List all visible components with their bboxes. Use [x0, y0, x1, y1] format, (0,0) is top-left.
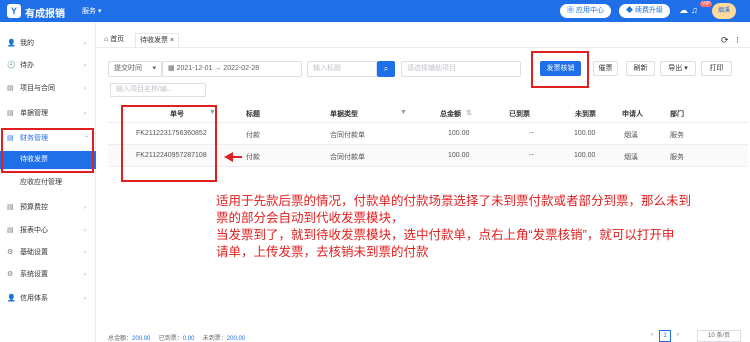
column-header-doc-type: 单据类型 — [330, 111, 358, 118]
sidebar-item-projects[interactable]: ▤ 项目与合同 › — [0, 80, 96, 98]
column-header-pending: 未到票 — [575, 111, 596, 118]
user-icon: 👤 — [7, 295, 16, 302]
time-type-select[interactable]: 提交时间 ▾ — [108, 61, 162, 77]
date-range-picker[interactable]: ▦ 2021-12-01 → 2022-02-28 — [162, 61, 302, 77]
title-search-input[interactable]: 输入标题 — [307, 61, 377, 77]
grid-icon: ▦ — [567, 7, 574, 14]
cell-doc-type: 合同付款单 — [330, 154, 365, 161]
more-icon[interactable]: ⁝ — [736, 33, 739, 47]
search-icon: ⌕ — [383, 64, 389, 73]
chevron-right-icon: › — [84, 63, 86, 69]
top-bar: Y 有成报销 服务 ▾ ▦ 应用中心 ◆ 续费升级 ☁ ♫ VIP 烟溪 — [0, 0, 750, 22]
cell-total: 100.00 — [448, 130, 470, 137]
refresh-icon[interactable]: ⟳ — [721, 33, 729, 47]
column-header-title: 标题 — [246, 111, 260, 118]
sidebar-item-basic-settings[interactable]: ⚙ 基础设置 › — [0, 244, 96, 262]
home-icon: ⌂ — [104, 36, 109, 43]
column-header-total: 总金额 — [440, 111, 461, 118]
user-icon: 👤 — [7, 40, 16, 47]
cell-received: -- — [529, 130, 534, 137]
document-icon: ▤ — [7, 110, 14, 117]
vip-badge: VIP — [700, 1, 713, 7]
highlight-document-numbers — [121, 105, 217, 182]
column-header-received: 已到票 — [509, 111, 530, 118]
app-center-button[interactable]: ▦ 应用中心 — [560, 4, 611, 18]
page-number[interactable]: 1 — [659, 330, 671, 342]
calendar-icon: ▦ — [168, 65, 175, 72]
project-select[interactable]: 请选择辅助项目 — [401, 61, 521, 77]
cell-title: 付款 — [246, 132, 260, 139]
chevron-right-icon: › — [84, 41, 86, 47]
cell-applicant: 烟溪 — [624, 132, 638, 139]
page-size-select[interactable]: 10 条/页 — [697, 330, 741, 342]
user-avatar[interactable]: 烟溪 — [712, 3, 736, 19]
cell-department: 服务 — [670, 154, 684, 161]
chevron-right-icon: › — [84, 228, 86, 234]
clock-icon: 🕘 — [7, 62, 16, 69]
tab-pending-invoices[interactable]: 待收发票 × — [135, 33, 180, 47]
chevron-right-icon: › — [84, 111, 86, 117]
total-amount: 200.00 — [132, 336, 151, 342]
sidebar-item-system-settings[interactable]: ⚙ 系统设置 › — [0, 266, 96, 284]
app-name: 有成报销 — [25, 9, 65, 20]
cell-title: 付款 — [246, 154, 260, 161]
column-header-department: 部门 — [670, 111, 684, 118]
cell-department: 服务 — [670, 132, 684, 139]
budget-icon: ▤ — [7, 204, 14, 211]
summary-footer: 总金额：200.00 已到票：0.00 未到票：200.00 — [108, 336, 246, 342]
sidebar-item-budget[interactable]: ▤ 预算费控 › — [0, 199, 96, 217]
cell-applicant: 烟溪 — [624, 154, 638, 161]
cell-doc-type: 合同付款单 — [330, 132, 365, 139]
diamond-icon: ◆ — [626, 7, 633, 14]
chevron-down-icon: ▾ — [97, 8, 102, 15]
project-name-input[interactable]: 输入项目名称/编... — [110, 83, 206, 97]
service-switcher[interactable]: 服务 ▾ — [82, 6, 101, 16]
export-button[interactable]: 导出 ▾ — [660, 61, 696, 76]
close-icon[interactable]: × — [170, 37, 174, 44]
chevron-right-icon: › — [84, 205, 86, 211]
sidebar: 👤 我的 › 🕘 待办 › ▤ 项目与合同 › ▤ 单据管理 › ▤ 财务管理 ⌃ 待收发票 应收应… — [0, 22, 96, 342]
next-page-button[interactable]: › — [673, 330, 683, 342]
annotation-text: 适用于先款后票的情况，付款单的付款场景选择了未到票付款或者部分到票，那么未到 票… — [216, 194, 692, 259]
received-amount: 0.00 — [182, 336, 195, 342]
gear-icon: ⚙ — [7, 249, 14, 256]
cloud-icon[interactable]: ☁ — [679, 5, 688, 16]
tab-home[interactable]: ⌂ 首页 — [104, 33, 124, 47]
print-button[interactable]: 打印 — [701, 61, 732, 76]
cell-pending: 100.00 — [574, 130, 596, 137]
cell-pending: 100.00 — [574, 152, 596, 159]
refresh-button[interactable]: 刷新 — [626, 61, 655, 76]
report-icon: ▤ — [7, 227, 14, 234]
highlight-verify-button — [531, 51, 589, 88]
sidebar-item-credit[interactable]: 👤 信用体系 › — [0, 290, 96, 308]
filter-icon[interactable]: ▼ — [400, 109, 407, 116]
sidebar-item-reports[interactable]: ▤ 报表中心 › — [0, 222, 96, 240]
chevron-right-icon: › — [84, 86, 86, 92]
tabs-bar: ⌂ 首页 待收发票 × ⟳ ⁝ — [97, 30, 750, 48]
chevron-right-icon: › — [84, 272, 86, 278]
search-button[interactable]: ⌕ — [377, 61, 395, 77]
sidebar-item-todo[interactable]: 🕘 待办 › — [0, 57, 96, 75]
chevron-down-icon: ▾ — [152, 65, 156, 72]
sidebar-item-documents[interactable]: ▤ 单据管理 › — [0, 105, 96, 123]
column-header-applicant: 申请人 — [622, 111, 643, 118]
pending-amount: 200.00 — [226, 336, 246, 342]
gear-icon: ⚙ — [7, 271, 14, 278]
chevron-right-icon: › — [84, 250, 86, 256]
chevron-right-icon: › — [84, 296, 86, 302]
renew-button[interactable]: ◆ 续费升级 — [619, 4, 670, 18]
cell-received: -- — [529, 152, 534, 159]
highlight-finance-menu — [1, 128, 94, 173]
sidebar-item-receivables[interactable]: 应收应付管理 — [0, 174, 96, 192]
chevron-down-icon: ▾ — [684, 65, 688, 72]
app-logo: Y — [7, 4, 21, 18]
sidebar-item-mine[interactable]: 👤 我的 › — [0, 35, 96, 53]
project-icon: ▤ — [7, 85, 14, 92]
arrow-shaft — [231, 156, 242, 158]
remind-button[interactable]: 催票 — [593, 61, 618, 76]
sort-icon[interactable]: ⇅ — [466, 109, 472, 117]
prev-page-button[interactable]: ‹ — [647, 330, 657, 342]
cell-total: 100.00 — [448, 152, 470, 159]
bell-icon[interactable]: ♫ — [691, 5, 698, 15]
